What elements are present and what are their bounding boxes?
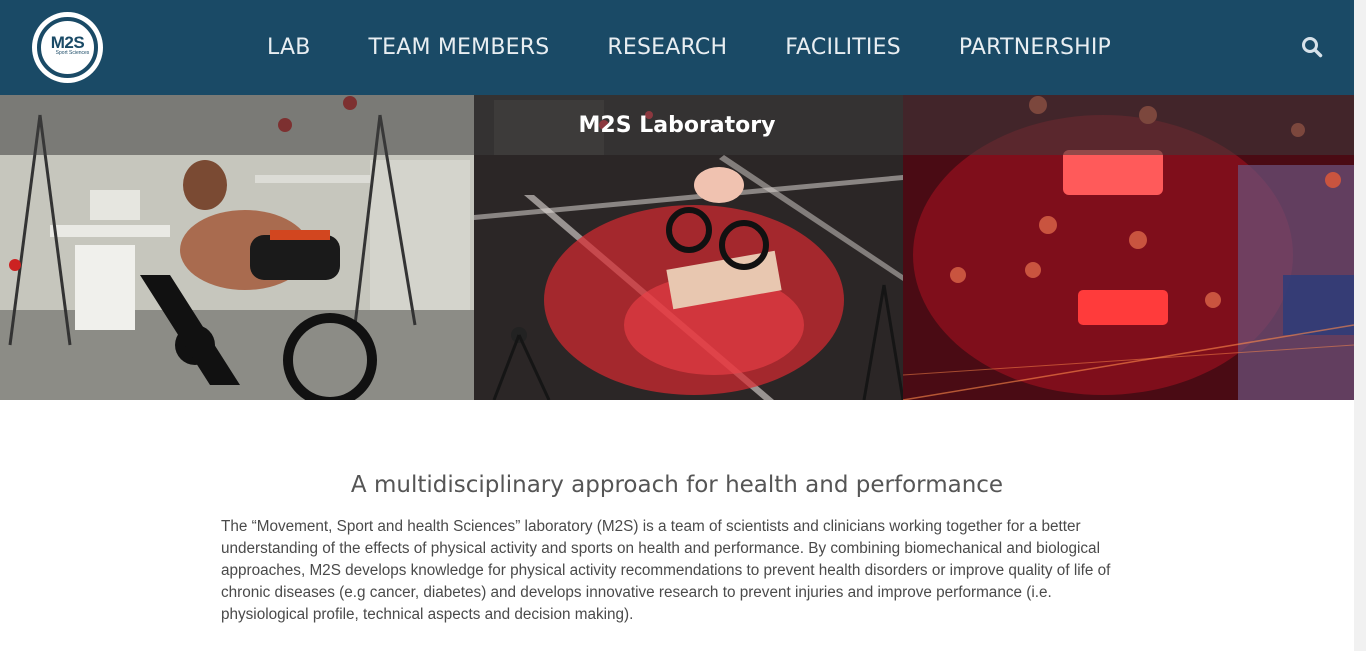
intro-paragraph: The “Movement, Sport and health Sciences… bbox=[221, 518, 1111, 623]
search-icon[interactable] bbox=[1301, 36, 1323, 58]
nav-item-facilities[interactable]: FACILITIES bbox=[756, 35, 930, 60]
site-logo[interactable]: M2S Sport Sciences bbox=[32, 12, 103, 83]
site-header: M2S Sport Sciences LAB TEAM MEMBERS RESE… bbox=[0, 0, 1354, 95]
main-nav: LAB TEAM MEMBERS RESEARCH FACILITIES PAR… bbox=[238, 0, 1140, 95]
logo-subtext: Sport Sciences bbox=[55, 50, 90, 56]
page-scrollbar[interactable] bbox=[1354, 0, 1366, 651]
hero-title-band: M2S Laboratory bbox=[0, 95, 1354, 155]
hero-title: M2S Laboratory bbox=[578, 112, 776, 138]
logo-ring: M2S Sport Sciences bbox=[37, 17, 98, 78]
nav-item-team-members[interactable]: TEAM MEMBERS bbox=[340, 35, 579, 60]
logo-text: M2S bbox=[50, 33, 85, 52]
hero-banner: M2S Laboratory bbox=[0, 95, 1354, 400]
nav-item-lab[interactable]: LAB bbox=[238, 35, 340, 60]
nav-item-research[interactable]: RESEARCH bbox=[578, 35, 756, 60]
nav-item-partnership[interactable]: PARTNERSHIP bbox=[930, 35, 1140, 60]
section-heading: A multidisciplinary approach for health … bbox=[350, 472, 1004, 498]
